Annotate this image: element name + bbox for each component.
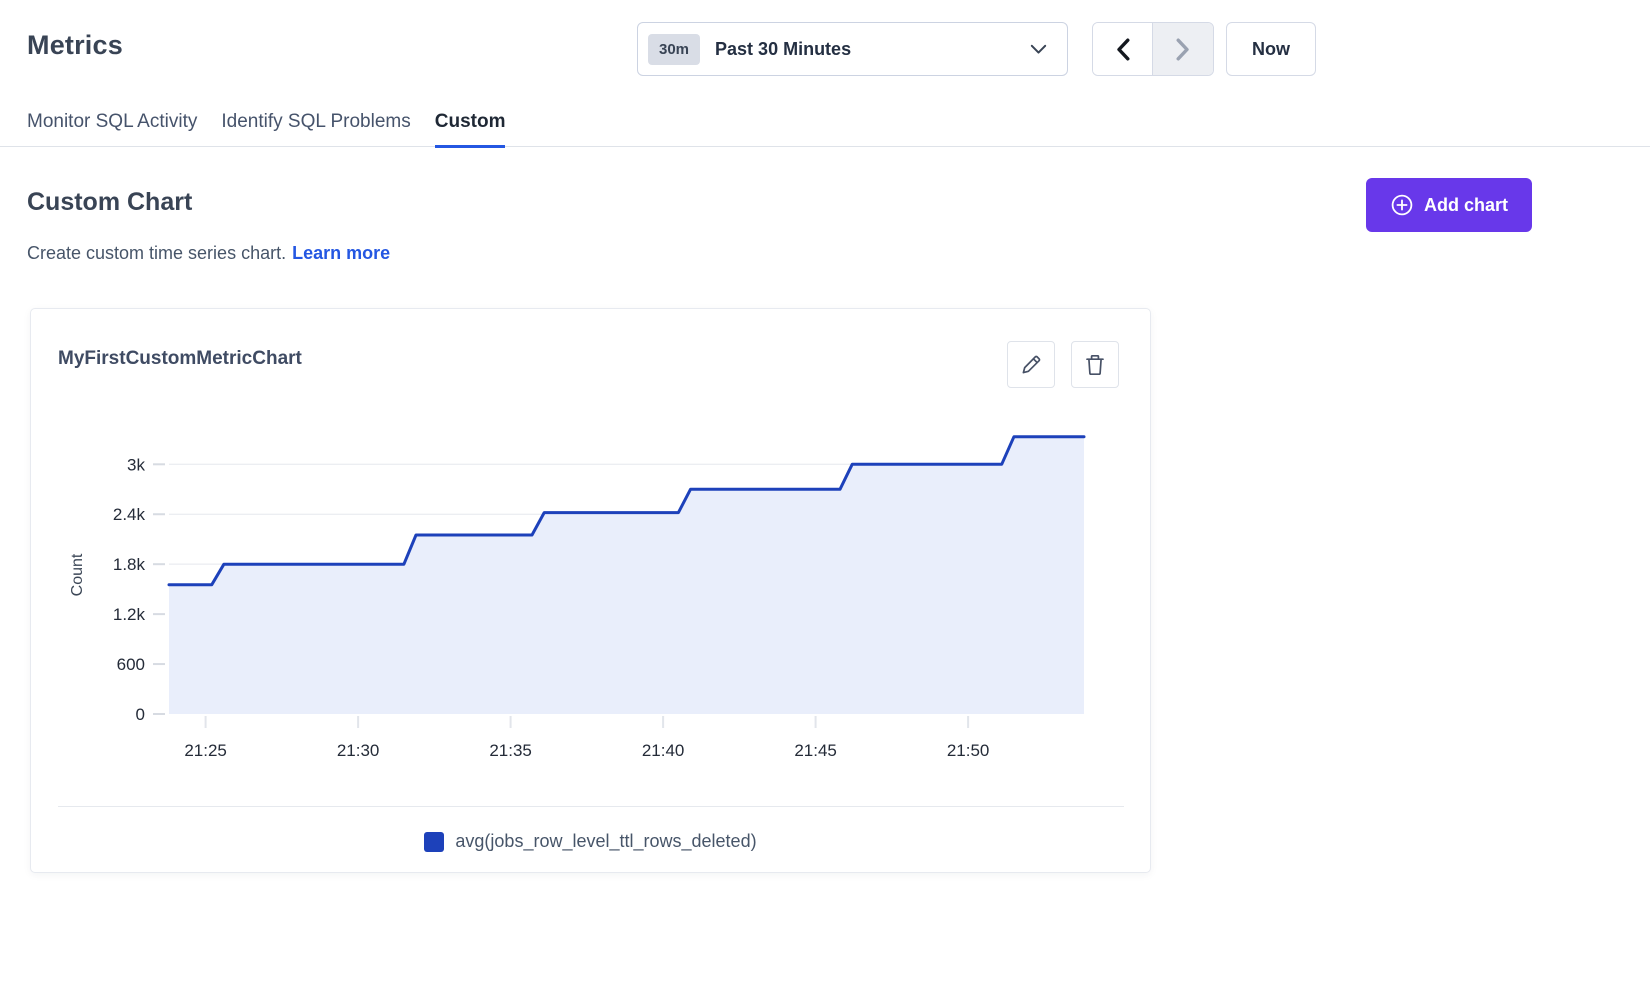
svg-text:3k: 3k (127, 455, 145, 474)
prev-time-button[interactable] (1093, 23, 1153, 75)
chart-card: MyFirstCustomMetricChart 0 600 1.2k 1.8k 2.4… (30, 308, 1151, 873)
legend-swatch (424, 832, 444, 852)
svg-text:600: 600 (117, 655, 145, 674)
chart-card-actions (1007, 341, 1119, 388)
section-description-text: Create custom time series chart. (27, 243, 286, 263)
chart-legend: avg(jobs_row_level_ttl_rows_deleted) (31, 831, 1150, 852)
svg-text:0: 0 (136, 705, 145, 724)
svg-text:21:30: 21:30 (337, 741, 380, 760)
add-chart-label: Add chart (1424, 195, 1508, 216)
legend-label: avg(jobs_row_level_ttl_rows_deleted) (455, 831, 756, 852)
time-range-selector[interactable]: 30m Past 30 Minutes (637, 22, 1068, 76)
section-heading: Custom Chart (27, 188, 192, 217)
svg-text:21:40: 21:40 (642, 741, 685, 760)
add-chart-button[interactable]: Add chart (1366, 178, 1532, 232)
chevron-right-icon (1176, 38, 1190, 61)
tab-custom[interactable]: Custom (435, 97, 506, 146)
delete-chart-button[interactable] (1071, 341, 1119, 388)
time-range-badge: 30m (648, 34, 700, 65)
section-description: Create custom time series chart. Learn mo… (27, 243, 390, 264)
svg-text:2.4k: 2.4k (113, 505, 146, 524)
svg-text:Count: Count (69, 553, 86, 596)
next-time-button[interactable] (1153, 23, 1213, 75)
chevron-down-icon (1030, 44, 1047, 55)
svg-text:21:35: 21:35 (489, 741, 532, 760)
chart-title: MyFirstCustomMetricChart (58, 348, 302, 370)
metric-chart-plot: 0 600 1.2k 1.8k 2.4k 3k 21:25 21:30 21:35 21:40 21… (58, 426, 1126, 771)
card-divider (58, 806, 1124, 807)
learn-more-link[interactable]: Learn more (292, 243, 390, 263)
tab-monitor-sql-activity[interactable]: Monitor SQL Activity (27, 97, 197, 146)
tab-identify-sql-problems[interactable]: Identify SQL Problems (221, 97, 410, 146)
plus-circle-icon (1390, 193, 1414, 217)
svg-text:21:25: 21:25 (184, 741, 227, 760)
edit-chart-button[interactable] (1007, 341, 1055, 388)
time-range-label: Past 30 Minutes (715, 39, 1030, 60)
time-pager (1092, 22, 1214, 76)
page-title: Metrics (27, 30, 123, 61)
trash-icon (1084, 353, 1106, 377)
svg-text:1.8k: 1.8k (113, 555, 146, 574)
svg-text:1.2k: 1.2k (113, 605, 146, 624)
svg-text:21:50: 21:50 (947, 741, 990, 760)
tab-bar: Monitor SQL Activity Identify SQL Proble… (0, 97, 1650, 147)
metrics-page: Metrics 30m Past 30 Minutes Now Monitor … (0, 0, 1650, 982)
chevron-left-icon (1116, 38, 1130, 61)
svg-text:21:45: 21:45 (794, 741, 837, 760)
now-button[interactable]: Now (1226, 22, 1316, 76)
pencil-icon (1020, 354, 1042, 376)
